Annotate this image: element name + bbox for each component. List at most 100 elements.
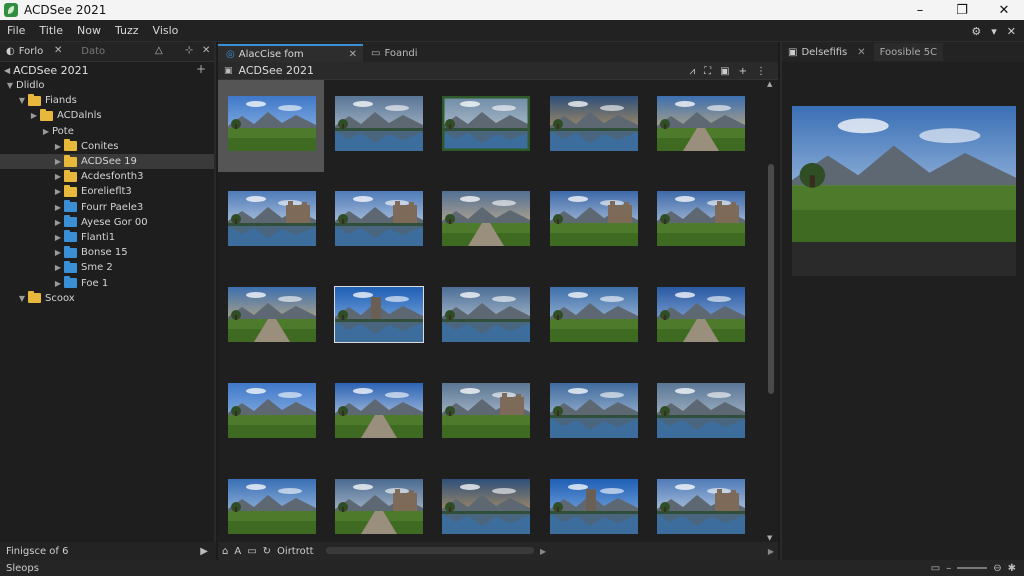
expand-right-icon[interactable]: ▶ bbox=[52, 172, 64, 181]
close-pane-icon[interactable]: ✕ bbox=[202, 45, 210, 56]
home-icon[interactable]: ⌂ bbox=[222, 546, 228, 557]
tree-item[interactable]: ▶ Bonse 15 bbox=[0, 245, 214, 260]
tab-dato-label: Dato bbox=[81, 46, 106, 57]
expand-right-icon[interactable]: ▶ bbox=[52, 263, 64, 272]
rotate-icon[interactable]: ↻ bbox=[263, 546, 271, 557]
chevron-down-icon[interactable]: ▾ bbox=[991, 25, 997, 38]
expand-right-icon[interactable]: ▶ bbox=[52, 218, 64, 227]
add-icon[interactable]: + bbox=[196, 62, 206, 76]
thumbnail-item[interactable] bbox=[540, 175, 646, 267]
thumbnail-item[interactable] bbox=[647, 80, 753, 172]
close-button[interactable]: ✕ bbox=[984, 0, 1024, 20]
folder-icon bbox=[28, 291, 41, 304]
tree-item[interactable]: ▶ ACDSee 19 bbox=[0, 153, 214, 170]
tree-item[interactable]: ▶ Ayese Gor 00 bbox=[0, 215, 214, 230]
tab-dato[interactable]: Dato bbox=[75, 42, 111, 62]
thumbnail-item[interactable] bbox=[325, 175, 431, 267]
expand-down-icon[interactable]: ▼ bbox=[4, 81, 16, 90]
scroll-up-icon[interactable]: ▲ bbox=[767, 80, 772, 88]
play-icon[interactable]: ▶ bbox=[200, 546, 208, 557]
thumbnail-item[interactable] bbox=[325, 80, 431, 172]
vertical-scrollbar[interactable]: ▲ ▼ bbox=[766, 80, 776, 542]
thumbnail-item[interactable] bbox=[218, 175, 324, 267]
menu-now[interactable]: Now bbox=[70, 24, 108, 37]
sort-icon[interactable]: ⩘ bbox=[690, 66, 696, 77]
zoom-in-icon[interactable]: ⊖ bbox=[993, 563, 1001, 574]
thumbnail-item[interactable] bbox=[647, 271, 753, 363]
scroll-right-icon[interactable]: ▶ bbox=[540, 547, 546, 556]
thumbnail-item[interactable] bbox=[540, 271, 646, 363]
tree-item[interactable]: ▶ Conites bbox=[0, 139, 214, 154]
tree-item[interactable]: ▶ Eorelieflt3 bbox=[0, 184, 214, 199]
settings-icon[interactable]: ✱ bbox=[1008, 563, 1016, 574]
close-tab-icon[interactable]: ✕ bbox=[349, 49, 357, 60]
tab-browser[interactable]: ◎ AlacCise fom ✕ bbox=[218, 44, 363, 62]
tree-item[interactable]: ▶ Flanti1 bbox=[0, 230, 214, 245]
tab-preview[interactable]: ▣ Delsefifis ✕ bbox=[782, 43, 872, 61]
expand-right-icon[interactable]: ▶ bbox=[52, 203, 64, 212]
close-tab-icon[interactable]: ✕ bbox=[857, 47, 865, 58]
scroll-right-end-icon[interactable]: ▶ bbox=[768, 547, 774, 556]
menu-tuzz[interactable]: Tuzz bbox=[108, 24, 146, 37]
tree-item[interactable]: ▶ Acdesfonth3 bbox=[0, 169, 214, 184]
filter-icon[interactable]: △ bbox=[155, 45, 163, 56]
thumbnail-item[interactable] bbox=[432, 175, 538, 267]
fit-icon[interactable]: ▭ bbox=[931, 563, 940, 574]
more-icon[interactable]: ⋮ bbox=[756, 66, 766, 77]
thumbnail-item[interactable] bbox=[325, 271, 431, 363]
close-tab-icon[interactable]: ✕ bbox=[54, 45, 62, 56]
tree-item[interactable]: ▶ Foe 1 bbox=[0, 275, 214, 290]
thumbnail-item[interactable] bbox=[432, 367, 538, 459]
menu-title[interactable]: Title bbox=[32, 24, 70, 37]
tree-item[interactable]: ▶ Fourr Paele3 bbox=[0, 200, 214, 215]
tab-properties[interactable]: Foosible 5C bbox=[873, 43, 944, 61]
scroll-down-icon[interactable]: ▼ bbox=[767, 534, 772, 542]
thumbnail-item[interactable] bbox=[218, 271, 324, 363]
customize-icon[interactable]: ⚙ bbox=[971, 25, 981, 38]
thumbnail-item[interactable] bbox=[218, 80, 324, 172]
view-icon[interactable]: ▣ bbox=[720, 66, 729, 77]
tab-folders-label: Forlo bbox=[18, 46, 44, 57]
add-icon[interactable]: + bbox=[739, 66, 747, 77]
text-icon[interactable]: A bbox=[234, 546, 241, 557]
thumbnail-item[interactable] bbox=[432, 80, 538, 172]
expand-right-icon[interactable]: ▶ bbox=[40, 127, 52, 136]
minimize-button[interactable]: – bbox=[900, 0, 940, 20]
expand-right-icon[interactable]: ▶ bbox=[52, 142, 64, 151]
zoom-slider[interactable] bbox=[957, 567, 988, 569]
expand-right-icon[interactable]: ▶ bbox=[52, 279, 64, 288]
thumbnail-item[interactable] bbox=[647, 175, 753, 267]
scroll-thumb[interactable] bbox=[768, 164, 774, 394]
zoom-out-icon[interactable]: – bbox=[946, 563, 951, 574]
tree-item[interactable]: ▶ Sme 2 bbox=[0, 260, 214, 275]
menu-vislo[interactable]: Vislo bbox=[146, 24, 186, 37]
tree-item[interactable]: ▼ Scoox bbox=[0, 291, 214, 306]
thumbnail-item[interactable] bbox=[540, 80, 646, 172]
expand-down-icon[interactable]: ▼ bbox=[16, 96, 28, 105]
tab-foandi[interactable]: ▭ Foandi bbox=[363, 44, 426, 62]
expand-right-icon[interactable]: ▶ bbox=[52, 233, 64, 242]
frame-icon[interactable]: ▭ bbox=[247, 546, 256, 557]
expand-right-icon[interactable]: ▶ bbox=[52, 248, 64, 257]
expand-down-icon[interactable]: ▼ bbox=[16, 294, 28, 303]
thumbnail-item[interactable] bbox=[540, 367, 646, 459]
expand-right-icon[interactable]: ▶ bbox=[52, 187, 64, 196]
collapse-arrow-icon[interactable]: ◀ bbox=[4, 66, 10, 75]
horizontal-scroll-thumb[interactable] bbox=[326, 547, 534, 554]
expand-right-icon[interactable]: ▶ bbox=[28, 111, 40, 120]
tree-item[interactable]: ▶ Pote bbox=[0, 124, 214, 139]
thumbnail-item[interactable] bbox=[218, 367, 324, 459]
pin-icon[interactable]: ⊹ bbox=[185, 45, 193, 56]
tree-item[interactable]: ▼ Dlidlo bbox=[0, 78, 214, 93]
filter-icon[interactable]: ⛶ bbox=[704, 66, 711, 77]
thumbnail-item[interactable] bbox=[325, 367, 431, 459]
menu-file[interactable]: File bbox=[0, 24, 32, 37]
tree-item[interactable]: ▼ Fiands bbox=[0, 93, 214, 108]
thumbnail-item[interactable] bbox=[647, 367, 753, 459]
thumbnail-item[interactable] bbox=[432, 271, 538, 363]
tree-item[interactable]: ▶ ACDalnls bbox=[0, 108, 214, 123]
tab-folders[interactable]: ◐ Forlo bbox=[0, 42, 49, 62]
close-panel-icon[interactable]: ✕ bbox=[1007, 25, 1016, 38]
expand-right-icon[interactable]: ▶ bbox=[52, 157, 64, 166]
maximize-button[interactable]: ❐ bbox=[942, 0, 982, 20]
